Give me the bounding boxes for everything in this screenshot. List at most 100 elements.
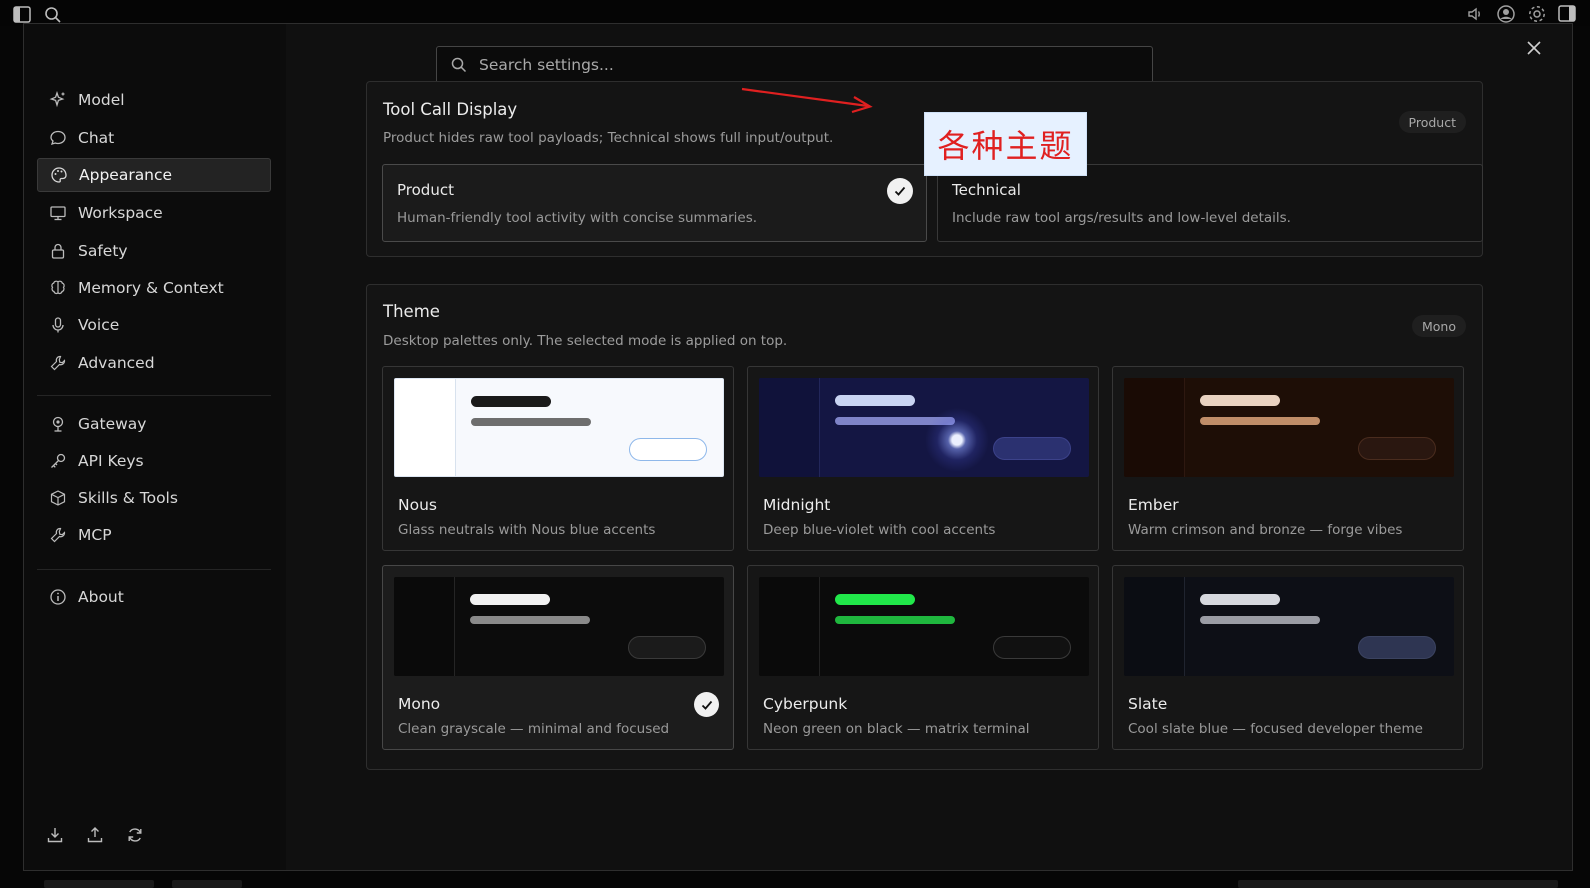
sidebar-item-memory-context[interactable]: Memory & Context — [37, 271, 271, 305]
settings-search[interactable] — [436, 46, 1153, 84]
current-value-badge: Product — [1398, 111, 1466, 133]
preview-sidebar — [759, 378, 820, 477]
monitor-icon — [49, 204, 67, 222]
theme-name: Midnight — [763, 496, 831, 514]
sidebar-toggle-icon[interactable] — [13, 6, 31, 23]
theme-name: Nous — [398, 496, 437, 514]
wrench-icon — [49, 354, 67, 372]
sidebar-item-safety[interactable]: Safety — [37, 234, 271, 268]
search-icon[interactable] — [44, 6, 62, 24]
sidebar-item-label: About — [78, 588, 124, 606]
theme-description: Clean grayscale — minimal and focused — [398, 721, 670, 737]
sidebar-item-mcp[interactable]: MCP — [37, 518, 271, 552]
search-input[interactable] — [477, 55, 1101, 75]
theme-name: Slate — [1128, 695, 1168, 713]
section-title: Theme — [383, 302, 440, 321]
speaker-icon[interactable] — [1466, 5, 1484, 23]
brain-icon — [49, 279, 67, 297]
theme-option-ember[interactable]: Ember Warm crimson and bronze — forge vib… — [1112, 366, 1464, 551]
chat-bubble-icon — [49, 129, 67, 147]
theme-preview — [394, 577, 724, 676]
sidebar-item-label: Workspace — [78, 204, 163, 222]
theme-description: Glass neutrals with Nous blue accents — [398, 522, 656, 538]
preview-bar — [1200, 594, 1280, 605]
preview-bar — [471, 396, 551, 407]
preview-bar — [1200, 417, 1320, 425]
download-icon[interactable] — [46, 826, 64, 844]
sidebar-item-label: Model — [78, 91, 125, 109]
annotation-arrow — [741, 87, 873, 114]
theme-name: Cyberpunk — [763, 695, 848, 713]
sidebar-item-label: Memory & Context — [78, 279, 224, 297]
sidebar-item-advanced[interactable]: Advanced — [37, 346, 271, 380]
preview-bar — [835, 395, 915, 406]
option-description: Human-friendly tool activity with concis… — [397, 210, 758, 226]
sidebar-item-label: API Keys — [78, 452, 144, 470]
theme-preview — [759, 577, 1089, 676]
tool-call-option-product[interactable]: Product Human-friendly tool activity wit… — [382, 164, 927, 242]
user-icon[interactable] — [1496, 4, 1516, 24]
theme-option-cyberpunk[interactable]: Cyberpunk Neon green on black — matrix te… — [747, 565, 1099, 750]
key-icon — [49, 452, 67, 470]
theme-section: Theme Desktop palettes only. The selecte… — [366, 284, 1483, 770]
theme-preview — [1124, 577, 1454, 676]
sidebar-divider — [37, 569, 271, 570]
gear-icon[interactable] — [1527, 4, 1547, 24]
preview-sidebar — [759, 577, 820, 676]
status-bar-item — [1238, 880, 1558, 888]
sidebar-item-api-keys[interactable]: API Keys — [37, 444, 271, 478]
sidebar-item-appearance[interactable]: Appearance — [37, 158, 271, 192]
preview-pill — [1358, 437, 1436, 460]
preview-sidebar — [1124, 378, 1185, 477]
section-description: Product hides raw tool payloads; Technic… — [383, 130, 834, 146]
option-description: Include raw tool args/results and low-le… — [952, 210, 1291, 226]
sidebar-item-label: Skills & Tools — [78, 489, 178, 507]
palette-icon — [50, 166, 68, 184]
theme-preview — [394, 378, 724, 477]
info-icon — [49, 588, 67, 606]
preview-glow — [917, 408, 997, 472]
theme-option-mono[interactable]: Mono Clean grayscale — minimal and focuse… — [382, 565, 734, 750]
box-icon — [49, 489, 67, 507]
preview-pill — [629, 438, 707, 461]
sidebar-item-workspace[interactable]: Workspace — [37, 196, 271, 230]
microphone-icon — [49, 316, 67, 334]
sidebar-item-chat[interactable]: Chat — [37, 121, 271, 155]
close-icon[interactable] — [1526, 40, 1542, 56]
sparkles-icon — [49, 91, 67, 109]
preview-sidebar — [1124, 577, 1185, 676]
search-icon — [451, 57, 467, 73]
sidebar-item-label: MCP — [78, 526, 112, 544]
sidebar-item-about[interactable]: About — [37, 580, 271, 614]
preview-bar — [835, 616, 955, 624]
theme-option-nous[interactable]: Nous Glass neutrals with Nous blue accent… — [382, 366, 734, 551]
check-icon — [694, 692, 719, 717]
sidebar-item-model[interactable]: Model — [37, 83, 271, 117]
preview-bar — [1200, 616, 1320, 624]
theme-description: Deep blue-violet with cool accents — [763, 522, 996, 538]
sidebar-item-label: Chat — [78, 129, 115, 147]
theme-name: Ember — [1128, 496, 1179, 514]
theme-option-midnight[interactable]: Midnight Deep blue-violet with cool accen… — [747, 366, 1099, 551]
preview-pill — [993, 437, 1071, 460]
preview-pill — [993, 636, 1071, 659]
theme-name: Mono — [398, 695, 441, 713]
theme-description: Warm crimson and bronze — forge vibes — [1128, 522, 1403, 538]
sidebar-item-voice[interactable]: Voice — [37, 308, 271, 342]
sidebar-item-label: Voice — [78, 316, 120, 334]
preview-pill — [1358, 636, 1436, 659]
panel-right-icon[interactable] — [1558, 5, 1576, 22]
gateway-icon — [49, 415, 67, 433]
refresh-icon[interactable] — [126, 826, 144, 844]
preview-sidebar — [395, 379, 456, 476]
sidebar-item-gateway[interactable]: Gateway — [37, 407, 271, 441]
option-title: Technical — [952, 181, 1021, 199]
theme-option-slate[interactable]: Slate Cool slate blue — focused developer… — [1112, 565, 1464, 750]
sidebar-divider — [37, 395, 271, 396]
theme-description: Cool slate blue — focused developer them… — [1128, 721, 1423, 737]
sidebar-item-label: Advanced — [78, 354, 155, 372]
section-title: Tool Call Display — [383, 100, 518, 119]
sidebar-item-label: Appearance — [79, 166, 173, 184]
sidebar-item-skills-tools[interactable]: Skills & Tools — [37, 481, 271, 515]
upload-icon[interactable] — [86, 826, 104, 844]
